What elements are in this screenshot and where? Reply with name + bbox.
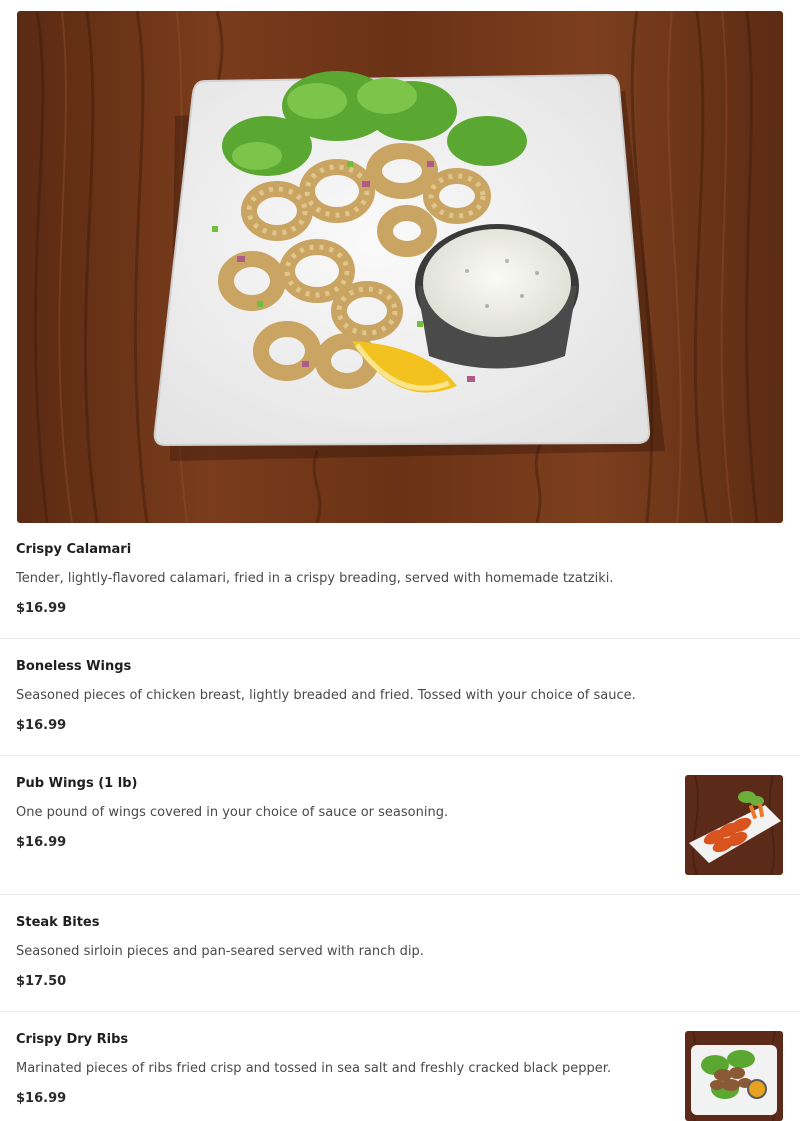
item-price: $16.99 <box>16 1091 67 1106</box>
item-description: Seasoned pieces of chicken breast, light… <box>16 688 636 703</box>
item-thumbnail[interactable] <box>685 775 783 875</box>
item-name: Boneless Wings <box>16 659 132 674</box>
menu-item-crispy-dry-ribs[interactable]: Crispy Dry Ribs Marinated pieces of ribs… <box>0 1012 800 1121</box>
item-name: Pub Wings (1 lb) <box>16 776 138 791</box>
item-description: Seasoned sirloin pieces and pan-seared s… <box>16 944 424 959</box>
item-thumbnail[interactable] <box>685 1031 783 1121</box>
menu-item-crispy-calamari[interactable]: Crispy Calamari Tender, lightly-flavored… <box>0 523 800 639</box>
wings-photo-icon <box>685 775 783 875</box>
item-price: $16.99 <box>16 601 67 616</box>
menu-item-steak-bites[interactable]: Steak Bites Seasoned sirloin pieces and … <box>0 895 800 1012</box>
ribs-photo-icon <box>685 1031 783 1121</box>
item-price: $17.50 <box>16 974 67 989</box>
item-description: Marinated pieces of ribs fried crisp and… <box>16 1061 612 1076</box>
menu-item-boneless-wings[interactable]: Boneless Wings Seasoned pieces of chicke… <box>0 639 800 756</box>
item-name: Crispy Dry Ribs <box>16 1032 129 1047</box>
item-price: $16.99 <box>16 835 67 850</box>
item-name: Crispy Calamari <box>16 542 132 557</box>
item-price: $16.99 <box>16 718 67 733</box>
item-description: One pound of wings covered in your choic… <box>16 805 449 820</box>
hero-food-image[interactable] <box>17 11 783 523</box>
menu-item-pub-wings[interactable]: Pub Wings (1 lb) One pound of wings cove… <box>0 756 800 895</box>
item-description: Tender, lightly-flavored calamari, fried… <box>16 571 614 586</box>
calamari-photo-icon <box>17 11 783 523</box>
item-name: Steak Bites <box>16 915 100 930</box>
